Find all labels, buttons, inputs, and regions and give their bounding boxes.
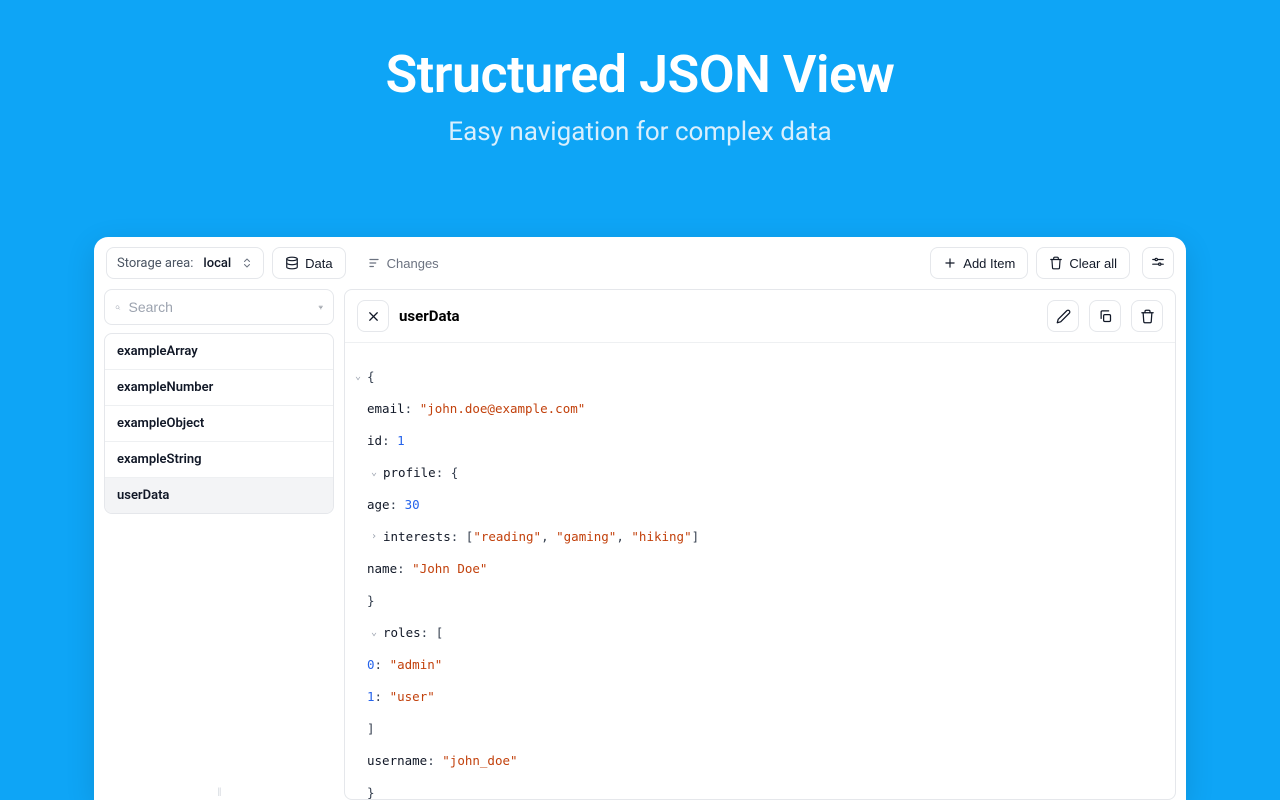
- hero-subtitle: Easy navigation for complex data: [0, 117, 1280, 147]
- json-string: "reading": [473, 529, 541, 545]
- clear-all-label: Clear all: [1069, 256, 1117, 271]
- hero-title: Structured JSON View: [0, 44, 1280, 105]
- storage-area-label: Storage area:: [117, 256, 193, 271]
- keys-list: exampleArray exampleNumber exampleObject…: [104, 333, 334, 514]
- detail-pane: userData ⌄{ email: "john.doe@example.com…: [344, 289, 1176, 800]
- content-body: exampleArray exampleNumber exampleObject…: [94, 289, 1186, 800]
- json-key: roles: [383, 625, 421, 641]
- add-item-button[interactable]: Add Item: [930, 247, 1028, 279]
- detail-title: userData: [399, 307, 460, 325]
- json-string: "admin": [390, 657, 443, 673]
- json-string: "John Doe": [412, 561, 487, 577]
- chevrons-up-down-icon: [241, 257, 253, 269]
- tab-changes-label: Changes: [387, 256, 439, 271]
- json-string: "user": [390, 689, 435, 705]
- settings-button[interactable]: [1142, 247, 1174, 279]
- list-item[interactable]: exampleNumber: [105, 370, 333, 406]
- json-number: 1: [397, 433, 405, 449]
- json-string: "hiking": [631, 529, 691, 545]
- chevron-down-icon[interactable]: ⌄: [351, 371, 365, 384]
- vertical-resizer[interactable]: ||: [104, 786, 334, 800]
- json-key: id: [367, 433, 382, 449]
- json-string: "gaming": [556, 529, 616, 545]
- edit-button[interactable]: [1047, 300, 1079, 332]
- detail-header: userData: [345, 290, 1175, 343]
- tab-data-label: Data: [305, 256, 332, 271]
- storage-area-value: local: [203, 256, 231, 271]
- close-icon: [366, 309, 381, 324]
- chevron-down-icon[interactable]: ⌄: [367, 467, 381, 480]
- json-index: 1: [367, 689, 375, 705]
- plus-icon: [943, 256, 957, 270]
- tab-changes[interactable]: Changes: [354, 247, 452, 279]
- chevron-right-icon[interactable]: ›: [367, 531, 381, 544]
- search-input[interactable]: [129, 299, 310, 315]
- json-key: age: [367, 497, 390, 513]
- tab-data[interactable]: Data: [272, 247, 345, 279]
- list-item[interactable]: userData: [105, 478, 333, 513]
- json-key: email: [367, 401, 405, 417]
- pencil-icon: [1056, 309, 1071, 324]
- close-button[interactable]: [357, 300, 389, 332]
- list-item[interactable]: exampleString: [105, 442, 333, 478]
- sidebar: exampleArray exampleNumber exampleObject…: [104, 289, 344, 800]
- list-item[interactable]: exampleObject: [105, 406, 333, 442]
- filter-icon[interactable]: [318, 300, 324, 315]
- toolbar: Storage area: local Data Changes Add Ite…: [94, 237, 1186, 289]
- trash-icon: [1049, 256, 1063, 270]
- copy-icon: [1098, 309, 1113, 324]
- json-string: "john.doe@example.com": [420, 401, 586, 417]
- search-icon: [115, 300, 121, 315]
- search-box[interactable]: [104, 289, 334, 325]
- list-item[interactable]: exampleArray: [105, 334, 333, 370]
- hero: Structured JSON View Easy navigation for…: [0, 0, 1280, 147]
- delete-button[interactable]: [1131, 300, 1163, 332]
- json-string: "john_doe": [442, 753, 517, 769]
- json-index: 0: [367, 657, 375, 673]
- json-key: profile: [383, 465, 436, 481]
- trash-icon: [1140, 309, 1155, 324]
- app-panel: Storage area: local Data Changes Add Ite…: [94, 237, 1186, 800]
- chevron-down-icon[interactable]: ⌄: [367, 627, 381, 640]
- storage-area-select[interactable]: Storage area: local: [106, 247, 264, 279]
- list-icon: [367, 256, 381, 270]
- json-key: interests: [383, 529, 451, 545]
- json-view[interactable]: ⌄{ email: "john.doe@example.com" id: 1 ⌄…: [345, 343, 1175, 799]
- database-icon: [285, 256, 299, 270]
- clear-all-button[interactable]: Clear all: [1036, 247, 1130, 279]
- json-number: 30: [405, 497, 420, 513]
- copy-button[interactable]: [1089, 300, 1121, 332]
- json-key: username: [367, 753, 427, 769]
- sliders-icon: [1151, 256, 1165, 270]
- add-item-label: Add Item: [963, 256, 1015, 271]
- json-key: name: [367, 561, 397, 577]
